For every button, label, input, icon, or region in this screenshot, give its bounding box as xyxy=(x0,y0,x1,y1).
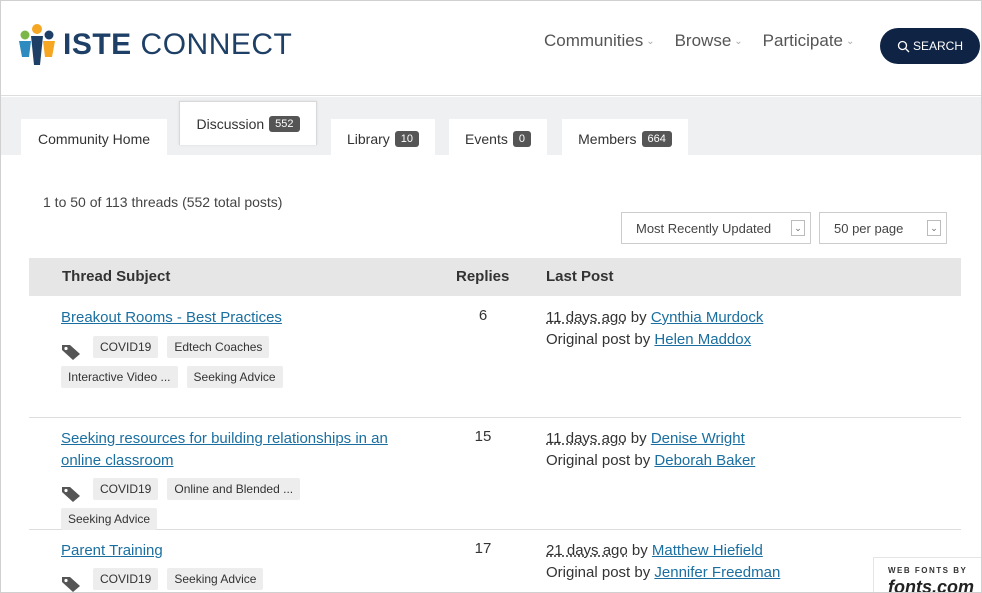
people-logo-icon xyxy=(19,24,55,65)
tab-discussion[interactable]: Discussion 552 xyxy=(179,101,317,145)
by-label: by xyxy=(626,309,651,326)
last-post: 21 days ago by Matthew Hiefield Original… xyxy=(546,540,876,584)
table-row: Seeking resources for building relations… xyxy=(29,418,961,530)
nav-communities-label: Communities xyxy=(544,31,644,50)
by-label: by xyxy=(627,542,652,559)
sort-select-value: Most Recently Updated xyxy=(636,220,772,236)
original-post-label: Original post by xyxy=(546,331,655,348)
chevron-down-icon: ⌄ xyxy=(646,35,655,47)
tab-members[interactable]: Members 664 xyxy=(562,119,688,159)
nav-participate[interactable]: Participate ⌄ xyxy=(763,31,855,51)
tag[interactable]: COVID19 xyxy=(93,336,159,358)
nav-browse-label: Browse xyxy=(674,31,732,50)
tag[interactable]: Interactive Video ... xyxy=(61,366,178,388)
thread-summary: 1 to 50 of 113 threads (552 total posts) xyxy=(43,194,283,210)
search-icon xyxy=(897,40,910,52)
last-post: 11 days ago by Cynthia Murdock Original … xyxy=(546,307,876,351)
tab-events-label: Events xyxy=(465,131,508,147)
chevron-down-icon: ⌄ xyxy=(846,35,855,47)
nav-browse[interactable]: Browse ⌄ xyxy=(675,31,743,51)
sort-select[interactable]: Most Recently Updated ⌄ xyxy=(621,212,811,244)
tag-list: COVID19 Online and Blended ... Seeking A… xyxy=(61,478,401,538)
tag[interactable]: Seeking Advice xyxy=(61,508,158,530)
search-button-label: SEARCH xyxy=(912,39,963,53)
tab-events-count: 0 xyxy=(512,131,531,147)
by-label: by xyxy=(626,430,651,447)
tag[interactable]: Seeking Advice xyxy=(186,366,283,388)
chevron-down-icon: ⌄ xyxy=(927,220,941,236)
tab-library[interactable]: Library 10 xyxy=(331,119,435,159)
original-post-user[interactable]: Jennifer Freedman xyxy=(654,564,780,581)
tab-members-count: 664 xyxy=(641,131,672,147)
tab-discussion-count: 552 xyxy=(269,115,300,132)
reply-count: 6 xyxy=(478,307,488,324)
main-nav: Communities ⌄ Browse ⌄ Participate ⌄ xyxy=(544,31,874,51)
tab-library-label: Library xyxy=(346,131,390,147)
tags-icon xyxy=(62,577,80,592)
tab-library-count: 10 xyxy=(394,131,420,147)
search-button[interactable]: SEARCH xyxy=(880,28,980,64)
per-page-select[interactable]: 50 per page ⌄ xyxy=(819,212,947,244)
column-header-thread-subject[interactable]: Thread Subject xyxy=(62,268,170,285)
tab-discussion-label: Discussion xyxy=(196,115,265,132)
original-post-user[interactable]: Deborah Baker xyxy=(654,452,755,469)
last-post-time[interactable]: 11 days ago xyxy=(546,309,627,326)
nav-communities[interactable]: Communities ⌄ xyxy=(544,31,655,51)
web-fonts-badge-caption: WEB FONTS BY xyxy=(888,566,968,575)
thread-subject-link[interactable]: Parent Training xyxy=(61,540,421,562)
per-page-select-value: 50 per page xyxy=(834,220,904,236)
thread-subject-link[interactable]: Seeking resources for building relations… xyxy=(61,428,421,472)
tab-community-home[interactable]: Community Home xyxy=(21,119,167,159)
table-row: Breakout Rooms - Best Practices 6 11 day… xyxy=(29,297,961,418)
tag[interactable]: Edtech Coaches xyxy=(167,336,270,358)
chevron-down-icon: ⌄ xyxy=(734,35,743,47)
tag[interactable]: Seeking Advice xyxy=(167,568,264,590)
original-post-user[interactable]: Helen Maddox xyxy=(654,331,751,348)
tag[interactable]: COVID19 xyxy=(93,478,159,500)
site-header: ISTE CONNECT Communities ⌄ Browse ⌄ Part… xyxy=(1,1,981,96)
chevron-down-icon: ⌄ xyxy=(791,220,805,236)
tag-list: COVID19 Edtech Coaches Interactive Video… xyxy=(61,336,401,396)
table-row: Parent Training 17 21 days ago by Matthe… xyxy=(29,530,961,592)
logo-text-bold: ISTE xyxy=(63,28,132,61)
thread-subject-link[interactable]: Breakout Rooms - Best Practices xyxy=(61,307,421,329)
column-header-replies[interactable]: Replies xyxy=(456,268,509,285)
logo-text: ISTE CONNECT xyxy=(63,23,292,67)
last-post-user[interactable]: Matthew Hiefield xyxy=(652,542,763,559)
last-post: 11 days ago by Denise Wright Original po… xyxy=(546,428,876,472)
last-post-user[interactable]: Cynthia Murdock xyxy=(651,309,764,326)
nav-participate-label: Participate xyxy=(762,31,843,50)
tags-icon xyxy=(62,487,80,502)
column-header-last-post[interactable]: Last Post xyxy=(546,268,614,285)
original-post-label: Original post by xyxy=(546,564,655,581)
reply-count: 15 xyxy=(474,428,492,445)
web-fonts-badge-logo: fonts.com xyxy=(888,577,975,593)
tag[interactable]: Online and Blended ... xyxy=(167,478,301,500)
tab-community-home-label: Community Home xyxy=(37,131,151,147)
table-header: Thread Subject Replies Last Post xyxy=(29,258,961,296)
tab-events[interactable]: Events 0 xyxy=(449,119,547,159)
last-post-time[interactable]: 11 days ago xyxy=(546,430,627,447)
web-fonts-badge[interactable]: WEB FONTS BY fonts.com xyxy=(873,557,981,593)
tags-icon xyxy=(62,345,80,360)
reply-count: 17 xyxy=(474,540,492,557)
logo-text-light: CONNECT xyxy=(131,28,293,61)
last-post-user[interactable]: Denise Wright xyxy=(651,430,745,447)
tab-members-label: Members xyxy=(578,131,637,147)
tag[interactable]: COVID19 xyxy=(93,568,159,590)
original-post-label: Original post by xyxy=(546,452,655,469)
last-post-time[interactable]: 21 days ago xyxy=(546,542,628,559)
page: ISTE CONNECT Communities ⌄ Browse ⌄ Part… xyxy=(0,0,982,593)
tag-list: COVID19 Seeking Advice xyxy=(61,568,401,592)
iste-logo[interactable]: ISTE CONNECT xyxy=(17,23,292,67)
